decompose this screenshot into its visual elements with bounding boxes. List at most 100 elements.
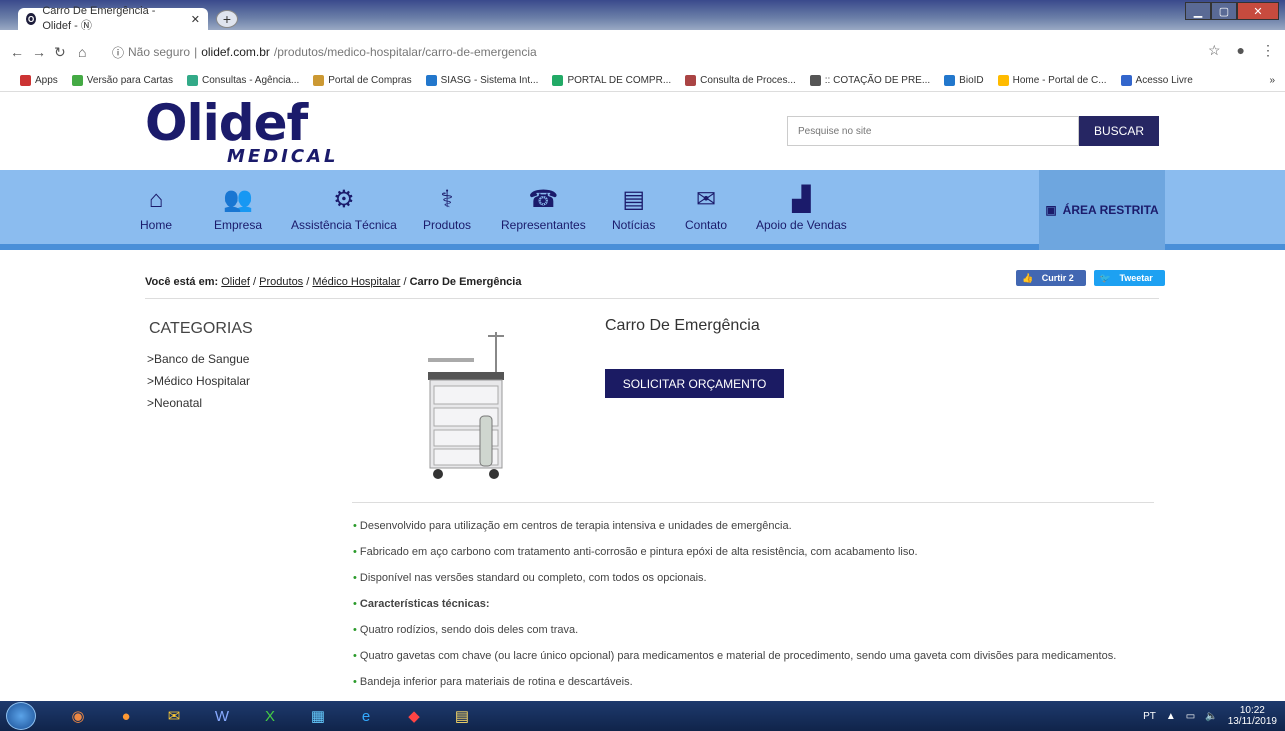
chrome-taskbar-icon[interactable]: ◉	[58, 703, 98, 729]
bookmark-item[interactable]: SIASG - Sistema Int...	[425, 75, 538, 86]
stethoscope-icon: ⚕	[440, 186, 454, 213]
bookmark-item[interactable]: Consultas - Agência...	[186, 75, 299, 86]
nav-empresa[interactable]: 👥 Empresa	[214, 184, 262, 232]
user-card-icon: ▣	[1045, 203, 1057, 217]
home-icon: ⌂	[148, 186, 164, 213]
ie-taskbar-icon[interactable]: e	[346, 703, 386, 729]
nav-assistencia-tecnica[interactable]: ⚙ Assistência Técnica	[291, 184, 397, 232]
bookmark-item[interactable]: Portal de Compras	[313, 75, 412, 86]
url-host: olidef.com.br	[201, 45, 270, 59]
word-taskbar-icon[interactable]: W	[202, 703, 242, 729]
bookmark-icon	[71, 75, 83, 86]
forward-icon[interactable]: →	[32, 44, 46, 60]
search-input[interactable]	[787, 116, 1079, 146]
list-item: • Fabricado em aço carbono com tratament…	[353, 546, 918, 558]
people-icon: 👥	[223, 186, 253, 213]
bookmark-item[interactable]: :: COTAÇÃO DE PRE...	[809, 75, 930, 86]
volume-icon[interactable]: 🔈	[1205, 711, 1217, 722]
profile-icon[interactable]: ●	[1237, 42, 1245, 59]
app-taskbar-icon[interactable]: ▦	[298, 703, 338, 729]
facebook-like-button[interactable]: 👍 Curtir 2	[1016, 270, 1086, 286]
info-icon[interactable]: ⓘ	[112, 44, 124, 61]
bookmark-icon	[552, 75, 564, 86]
minimize-button[interactable]: ▁	[1185, 2, 1211, 20]
outlook-taskbar-icon[interactable]: ✉	[154, 703, 194, 729]
categories-list: >Banco de Sangue >Médico Hospitalar >Neo…	[147, 352, 250, 418]
category-medico-hospitalar[interactable]: >Médico Hospitalar	[147, 374, 250, 396]
bookmark-item[interactable]: PORTAL DE COMPR...	[552, 75, 671, 86]
back-icon[interactable]: ←	[10, 44, 24, 60]
new-tab-button[interactable]: +	[216, 10, 238, 28]
bookmark-icon	[1120, 75, 1132, 86]
category-banco-de-sangue[interactable]: >Banco de Sangue	[147, 352, 250, 374]
url-bar[interactable]: ⓘ Não seguro | olidef.com.br/produtos/me…	[112, 42, 1192, 62]
olidef-logo[interactable]: Olidef MEDICAL	[145, 97, 338, 166]
nav-representantes[interactable]: ☎ Representantes	[501, 184, 586, 232]
bookmark-icon	[944, 75, 956, 86]
address-bar-row: ← → ↻ ⌂ ⓘ Não seguro | olidef.com.br/pro…	[0, 30, 1285, 70]
divider	[145, 298, 1159, 299]
clock[interactable]: 10:22 13/11/2019	[1228, 705, 1277, 727]
bookmark-item[interactable]: Versão para Cartas	[71, 75, 173, 86]
list-item: • Desenvolvido para utilização em centro…	[353, 520, 792, 532]
nav-apoio-de-vendas[interactable]: ▟ Apoio de Vendas	[756, 184, 847, 232]
bookmark-icon	[809, 75, 821, 86]
nav-contato[interactable]: ✉ Contato	[685, 184, 727, 232]
tray-arrow-icon[interactable]: ▲	[1166, 711, 1176, 722]
product-image	[428, 332, 504, 479]
security-label: Não seguro	[128, 45, 191, 59]
mail-icon: ✉	[695, 186, 717, 213]
list-item: • Quatro gavetas com chave (ou lacre úni…	[353, 650, 1117, 662]
breadcrumb-current: Carro De Emergência	[409, 276, 522, 288]
bookmark-icon	[186, 75, 198, 86]
site-search: BUSCAR	[787, 116, 1159, 146]
bookmark-item[interactable]: Consulta de Proces...	[685, 75, 796, 86]
browser-tab[interactable]: O Carro De Emergência - Olidef - Ⓝ ✕	[18, 5, 208, 32]
list-item: • Disponível nas versões standard ou com…	[353, 572, 707, 584]
nav-produtos[interactable]: ⚕ Produtos	[423, 184, 471, 232]
technician-icon: ⚙	[333, 186, 355, 213]
menu-icon[interactable]: ⋮	[1261, 42, 1275, 59]
bookmark-icon	[20, 75, 31, 86]
breadcrumb-link-olidef[interactable]: Olidef	[221, 276, 250, 288]
system-tray: PT ▲ ▭ 🔈 10:22 13/11/2019	[1143, 705, 1277, 727]
network-icon[interactable]: ▭	[1186, 711, 1195, 722]
nav-noticias[interactable]: ▤ Notícias	[612, 184, 655, 232]
start-button[interactable]	[6, 702, 36, 730]
bookmark-icon	[685, 75, 697, 86]
firefox-taskbar-icon[interactable]: ●	[106, 703, 146, 729]
breadcrumb-link-medico-hospitalar[interactable]: Médico Hospitalar	[312, 276, 400, 288]
window-controls: ▁ ▢ ✕	[1185, 2, 1279, 20]
main-nav: ⌂ Home 👥 Empresa ⚙ Assistência Técnica ⚕…	[0, 170, 1285, 250]
bookmark-item[interactable]: Acesso Livre	[1120, 75, 1193, 86]
url-path: /produtos/medico-hospitalar/carro-de-eme…	[273, 45, 537, 59]
bookmarks-bar: Apps Versão para Cartas Consultas - Agênci…	[0, 70, 1285, 92]
bookmark-icon	[313, 75, 325, 86]
features-list: • Desenvolvido para utilização em centro…	[353, 520, 1116, 701]
bookmark-item[interactable]: BioID	[944, 75, 984, 86]
language-indicator[interactable]: PT	[1143, 711, 1156, 722]
app2-taskbar-icon[interactable]: ◆	[394, 703, 434, 729]
tweet-button[interactable]: 🐦 Tweetar	[1093, 270, 1165, 286]
restricted-area-button[interactable]: ▣ ÁREA RESTRITA	[1039, 170, 1165, 250]
search-button[interactable]: BUSCAR	[1079, 116, 1159, 146]
list-item: • Bandeja inferior para materiais de rot…	[353, 676, 633, 688]
bookmark-star-icon[interactable]: ☆	[1208, 42, 1221, 59]
request-quote-button[interactable]: SOLICITAR ORÇAMENTO	[605, 369, 784, 398]
nav-home[interactable]: ⌂ Home	[140, 184, 172, 232]
more-bookmarks-icon[interactable]: »	[1269, 75, 1275, 86]
divider	[352, 502, 1154, 503]
category-neonatal[interactable]: >Neonatal	[147, 396, 250, 418]
breadcrumb-link-produtos[interactable]: Produtos	[259, 276, 303, 288]
excel-taskbar-icon[interactable]: X	[250, 703, 290, 729]
explorer-taskbar-icon[interactable]: ▤	[442, 703, 482, 729]
reload-icon[interactable]: ↻	[54, 44, 66, 61]
breadcrumb: Você está em: Olidef / Produtos / Médico…	[145, 276, 522, 288]
bookmark-item[interactable]: Apps	[20, 75, 58, 86]
bookmark-item[interactable]: Home - Portal de C...	[997, 75, 1107, 86]
home-browser-icon[interactable]: ⌂	[78, 44, 86, 60]
close-window-button[interactable]: ✕	[1237, 2, 1279, 20]
close-tab-icon[interactable]: ✕	[191, 13, 200, 26]
bookmark-icon	[997, 75, 1009, 86]
maximize-button[interactable]: ▢	[1211, 2, 1237, 20]
